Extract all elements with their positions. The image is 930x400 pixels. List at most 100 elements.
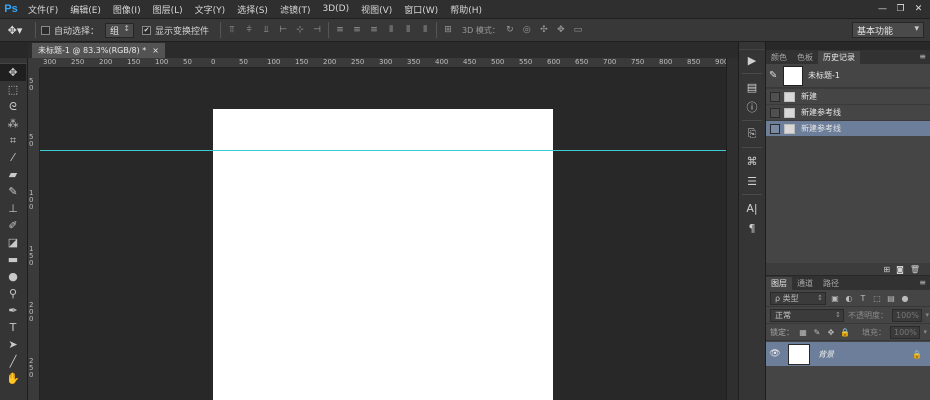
- new-snapshot-icon[interactable]: ◙: [896, 265, 904, 274]
- history-item-selected[interactable]: 新建参考线: [766, 120, 930, 136]
- document-tab[interactable]: 未标题-1 @ 83.3%(RGB/8) * ×: [32, 43, 165, 58]
- history-snapshot[interactable]: ✎ 未标题-1: [766, 64, 930, 88]
- character-icon[interactable]: A|: [739, 198, 765, 218]
- type-tool-icon[interactable]: T: [0, 319, 26, 336]
- align-top-icon[interactable]: ⫪: [226, 24, 238, 36]
- eraser-tool-icon[interactable]: ◪: [0, 234, 26, 251]
- filter-pixel-icon[interactable]: ▣: [830, 294, 840, 303]
- crop-tool-icon[interactable]: ⌗: [0, 132, 26, 149]
- lock-all-icon[interactable]: 🔒: [840, 328, 850, 337]
- lasso-tool-icon[interactable]: ᘓ: [0, 98, 26, 115]
- menu-file[interactable]: 文件(F): [22, 3, 64, 16]
- info-icon[interactable]: ⓘ: [739, 97, 765, 117]
- horizontal-ruler[interactable]: 300 250 200 150 100 50 0 50 100 150 200 250 300 350 40…: [40, 58, 726, 68]
- play-action-icon[interactable]: ▶: [739, 50, 765, 70]
- marquee-tool-icon[interactable]: ⬚: [0, 81, 26, 98]
- distribute-bottom-icon[interactable]: ≡: [368, 24, 380, 36]
- move-tool-icon[interactable]: ✥: [0, 64, 26, 81]
- show-transform-checkbox[interactable]: ✔: [142, 25, 152, 35]
- auto-select-checkbox[interactable]: [41, 25, 50, 35]
- icon-column-grip[interactable]: [739, 42, 765, 50]
- history-brush-tool-icon[interactable]: ✐: [0, 217, 26, 234]
- brush-presets-icon[interactable]: ⌘: [739, 151, 765, 171]
- healing-brush-tool-icon[interactable]: ▰: [0, 166, 26, 183]
- blend-mode-dropdown[interactable]: 正常: [770, 308, 844, 322]
- filter-smart-object-icon[interactable]: ▤: [886, 294, 896, 303]
- lock-image-icon[interactable]: ✎: [812, 328, 822, 337]
- menu-edit[interactable]: 编辑(E): [64, 3, 107, 16]
- pen-tool-icon[interactable]: ✒: [0, 302, 26, 319]
- filter-shape-icon[interactable]: ⬚: [872, 294, 882, 303]
- menu-layer[interactable]: 图层(L): [147, 3, 189, 16]
- tab-layers[interactable]: 图层: [766, 277, 792, 290]
- distribute-vcenter-icon[interactable]: ≡: [351, 24, 363, 36]
- filter-adjustment-icon[interactable]: ◐: [844, 294, 854, 303]
- layer-row-background[interactable]: 👁 背景 🔒: [766, 342, 930, 366]
- brush-tool-icon[interactable]: ✎: [0, 183, 26, 200]
- visibility-eye-icon[interactable]: 👁: [766, 349, 784, 359]
- 3d-roll-icon[interactable]: ◎: [521, 24, 533, 36]
- lock-transparent-icon[interactable]: ▦: [798, 328, 808, 337]
- history-item[interactable]: 新建: [766, 88, 930, 104]
- menu-image[interactable]: 图像(I): [107, 3, 147, 16]
- panel-menu-icon[interactable]: ≡: [919, 52, 926, 61]
- align-hcenter-icon[interactable]: ⊹: [294, 24, 306, 36]
- clone-stamp-tool-icon[interactable]: ⊥: [0, 200, 26, 217]
- lock-position-icon[interactable]: ✥: [826, 328, 836, 337]
- move-tool-preset-icon[interactable]: ✥▾: [0, 20, 30, 40]
- history-source-checkbox[interactable]: [770, 91, 780, 102]
- fill-field[interactable]: 100%: [890, 325, 927, 339]
- layer-name[interactable]: 背景: [818, 349, 912, 360]
- menu-3d[interactable]: 3D(D): [316, 4, 355, 14]
- eyedropper-tool-icon[interactable]: ⁄: [0, 149, 26, 166]
- menu-view[interactable]: 视图(V): [355, 3, 398, 16]
- delete-state-icon[interactable]: 🗑: [910, 265, 920, 274]
- clone-source-icon[interactable]: ⎘: [739, 124, 765, 144]
- tab-swatches[interactable]: 色板: [792, 51, 818, 64]
- history-item[interactable]: 新建参考线: [766, 104, 930, 120]
- history-brush-source-icon[interactable]: ✎: [769, 70, 783, 81]
- opacity-field[interactable]: 100%: [892, 308, 929, 322]
- distribute-right-icon[interactable]: ⦀: [419, 24, 431, 36]
- gradient-tool-icon[interactable]: ▬: [0, 251, 26, 268]
- 3d-scale-icon[interactable]: ▭: [572, 24, 584, 36]
- history-source-checkbox[interactable]: [770, 123, 780, 134]
- filter-toggle-icon[interactable]: ●: [900, 294, 910, 303]
- history-source-checkbox[interactable]: [770, 107, 780, 118]
- distribute-left-icon[interactable]: ⦀: [385, 24, 397, 36]
- align-right-icon[interactable]: ⊣: [311, 24, 323, 36]
- align-left-icon[interactable]: ⊢: [277, 24, 289, 36]
- 3d-slide-icon[interactable]: ✥: [555, 24, 567, 36]
- tab-paths[interactable]: 路径: [818, 277, 844, 290]
- 3d-drag-icon[interactable]: ✣: [538, 24, 550, 36]
- panel-menu-icon[interactable]: ≡: [919, 278, 926, 287]
- workspace-dropdown[interactable]: 基本功能: [852, 22, 924, 38]
- document-canvas[interactable]: [213, 109, 553, 400]
- align-vcenter-icon[interactable]: ⫩: [243, 24, 255, 36]
- menu-filter[interactable]: 滤镜(T): [274, 3, 317, 16]
- align-bottom-icon[interactable]: ⫫: [260, 24, 272, 36]
- minimize-button[interactable]: —: [875, 2, 890, 15]
- path-selection-tool-icon[interactable]: ➤: [0, 336, 26, 353]
- horizontal-guide[interactable]: [40, 150, 726, 151]
- close-window-button[interactable]: ✕: [911, 2, 926, 15]
- menu-window[interactable]: 窗口(W): [398, 3, 444, 16]
- menu-type[interactable]: 文字(Y): [189, 3, 232, 16]
- properties-icon[interactable]: ▤: [739, 77, 765, 97]
- blur-tool-icon[interactable]: ●: [0, 268, 26, 285]
- new-document-from-state-icon[interactable]: ⊞: [883, 265, 890, 274]
- canvas-area[interactable]: [40, 68, 726, 400]
- magic-wand-tool-icon[interactable]: ⁂: [0, 115, 26, 132]
- auto-align-icon[interactable]: ⊞: [442, 24, 454, 36]
- ruler-origin[interactable]: [28, 58, 40, 68]
- vertical-ruler[interactable]: 5 0 5 0 1 0 0 1 5 0 2 0 0 2 5 0: [28, 68, 40, 400]
- distribute-hcenter-icon[interactable]: ⦀: [402, 24, 414, 36]
- paragraph-icon[interactable]: ¶: [739, 218, 765, 238]
- adjustments-icon[interactable]: ☰: [739, 171, 765, 191]
- filter-kind-dropdown[interactable]: ρ 类型: [770, 291, 826, 305]
- restore-button[interactable]: ❐: [893, 2, 908, 15]
- line-tool-icon[interactable]: ╱: [0, 353, 26, 370]
- auto-select-dropdown[interactable]: 组: [105, 22, 135, 38]
- distribute-top-icon[interactable]: ≡: [334, 24, 346, 36]
- filter-type-icon[interactable]: T: [858, 294, 868, 303]
